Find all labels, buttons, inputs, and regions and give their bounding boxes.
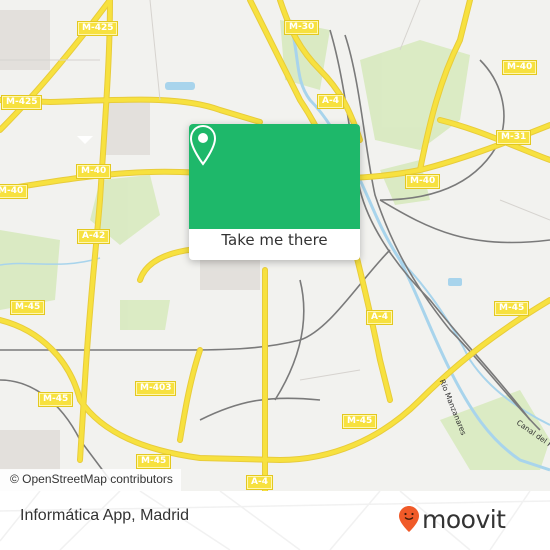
road-label-m30: M-30 bbox=[283, 20, 320, 35]
location-popup[interactable]: Take me there bbox=[189, 124, 360, 260]
road-label-a4: A-4 bbox=[246, 475, 273, 490]
urban-area bbox=[0, 430, 60, 470]
road-label-m31: M-31 bbox=[495, 130, 532, 145]
road-label-m45: M-45 bbox=[341, 414, 378, 429]
railway bbox=[199, 397, 321, 421]
road-label-m40: M-40 bbox=[404, 174, 441, 189]
pond bbox=[165, 82, 195, 90]
pond bbox=[448, 278, 462, 286]
road-label-m425: M-425 bbox=[76, 21, 119, 36]
railway bbox=[0, 249, 391, 351]
road-label-m45: M-45 bbox=[135, 454, 172, 469]
map-pin-icon bbox=[189, 124, 217, 166]
road-label-m45: M-45 bbox=[493, 301, 530, 316]
road-label-m45: M-45 bbox=[37, 392, 74, 407]
street bbox=[149, 0, 161, 101]
road-label-a42: A-42 bbox=[76, 229, 111, 244]
road-label-m425: M-425 bbox=[0, 95, 43, 110]
road-label-a4: A-4 bbox=[317, 94, 344, 109]
urban-area bbox=[105, 100, 150, 155]
popup-pointer bbox=[77, 136, 93, 144]
road-label-m45: M-45 bbox=[9, 300, 46, 315]
road-label-m403: M-403 bbox=[134, 381, 177, 396]
moovit-wordmark: moovit bbox=[422, 504, 506, 534]
moovit-smiley-pin-icon bbox=[399, 506, 419, 532]
road-label-a4: A-4 bbox=[366, 310, 393, 325]
park-area bbox=[120, 300, 170, 330]
street bbox=[299, 369, 361, 381]
road-label-m40: M-40 bbox=[0, 184, 29, 199]
street bbox=[499, 199, 550, 221]
map[interactable]: M-425 M-425 M-30 A-4 M-40 M-31 M-40 M-40… bbox=[0, 0, 550, 491]
road-label-m40: M-40 bbox=[75, 164, 112, 179]
moovit-logo[interactable]: moovit bbox=[398, 501, 506, 537]
place-name: Informática App, Madrid bbox=[20, 507, 189, 524]
railway bbox=[379, 199, 550, 244]
urban-area bbox=[0, 10, 50, 70]
footer-bar: Informática App, Madrid moovit bbox=[0, 491, 550, 550]
road-label-m40: M-40 bbox=[501, 60, 538, 75]
map-attribution[interactable]: © OpenStreetMap contributors bbox=[0, 469, 181, 491]
take-me-there-button[interactable]: Take me there bbox=[189, 231, 360, 249]
park-area bbox=[0, 230, 60, 310]
popup-header[interactable] bbox=[189, 124, 360, 229]
